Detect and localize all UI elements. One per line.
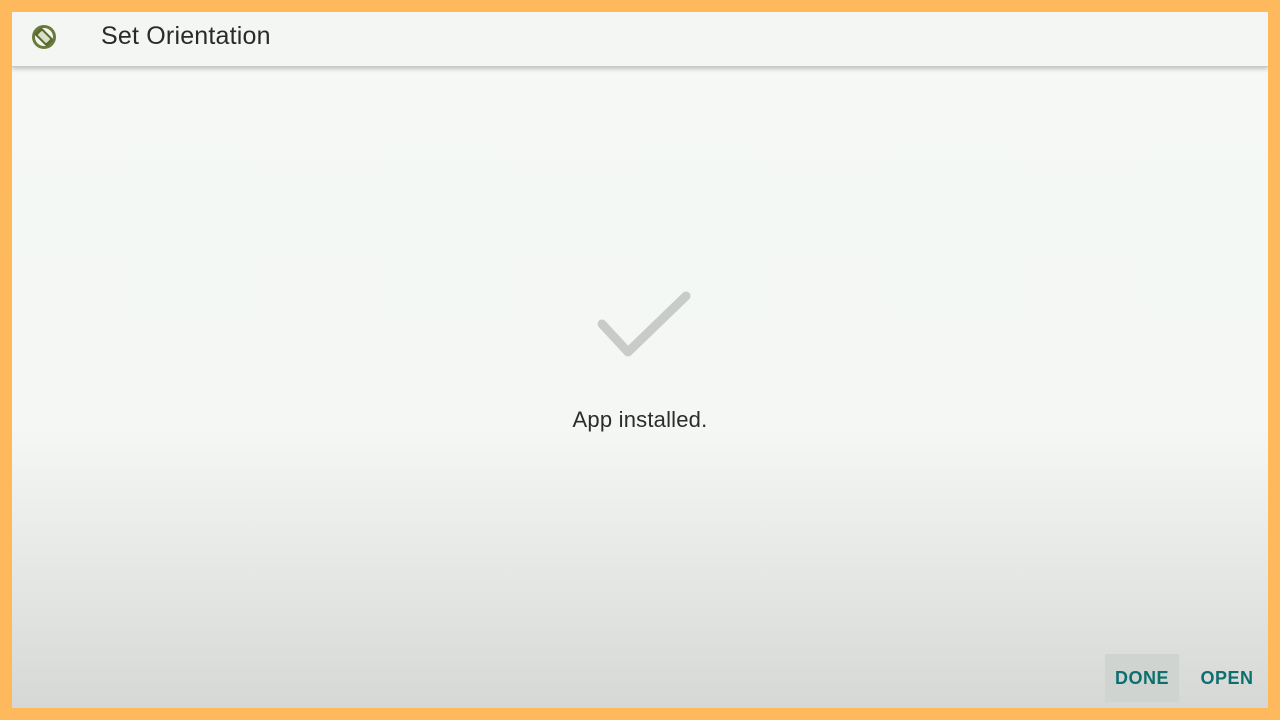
installer-screen: Set Orientation App installed. DONE OPEN: [12, 12, 1268, 708]
page-title: Set Orientation: [101, 22, 271, 50]
install-status-text: App installed.: [572, 407, 708, 432]
done-button[interactable]: DONE: [1105, 654, 1179, 702]
app-bar: Set Orientation: [12, 12, 1268, 67]
open-button[interactable]: OPEN: [1192, 654, 1262, 702]
checkmark-icon: [596, 290, 692, 364]
rotation-app-icon: [30, 23, 58, 51]
